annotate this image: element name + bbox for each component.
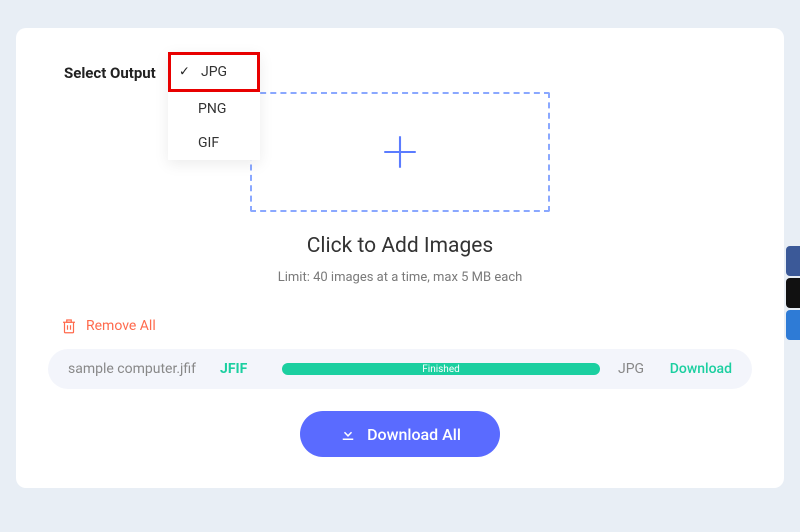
file-name: sample computer.jfif [68, 361, 220, 377]
social-sidebar [786, 246, 800, 342]
dropzone-limit: Limit: 40 images at a time, max 5 MB eac… [48, 270, 752, 285]
plus-icon [379, 131, 421, 173]
trash-icon [60, 317, 78, 335]
dropdown-option-jpg[interactable]: ✓ JPG [168, 52, 260, 92]
dropdown-option-png[interactable]: PNG [168, 92, 260, 126]
dropdown-option-gif[interactable]: GIF [168, 126, 260, 160]
target-format: JPG [612, 361, 662, 377]
format-dropdown[interactable]: ✓ JPG PNG GIF [168, 52, 260, 160]
progress-bar: Finished [282, 363, 600, 375]
download-all-button[interactable]: Download All [300, 411, 500, 457]
source-format: JFIF [220, 361, 270, 377]
dropdown-option-label: JPG [201, 64, 227, 80]
dropdown-option-label: PNG [198, 101, 226, 117]
social-x-icon[interactable] [786, 278, 800, 308]
checkmark-icon: ✓ [179, 65, 190, 80]
download-all-label: Download All [367, 425, 461, 444]
social-facebook-icon[interactable] [786, 246, 800, 276]
progress-label: Finished [422, 364, 460, 375]
main-panel: Select Output ✓ JPG PNG GIF Click to Add… [16, 28, 784, 488]
dropdown-option-label: GIF [198, 135, 219, 151]
remove-all-label: Remove All [86, 318, 156, 334]
social-linkedin-icon[interactable] [786, 310, 800, 340]
file-row: sample computer.jfif JFIF Finished JPG D… [48, 349, 752, 389]
add-images-dropzone[interactable] [250, 92, 550, 212]
remove-all-button[interactable]: Remove All [60, 317, 156, 335]
dropzone-heading: Click to Add Images [48, 234, 752, 258]
download-icon [339, 425, 357, 443]
download-button[interactable]: Download [662, 361, 732, 377]
select-output-label: Select Output [64, 64, 156, 82]
